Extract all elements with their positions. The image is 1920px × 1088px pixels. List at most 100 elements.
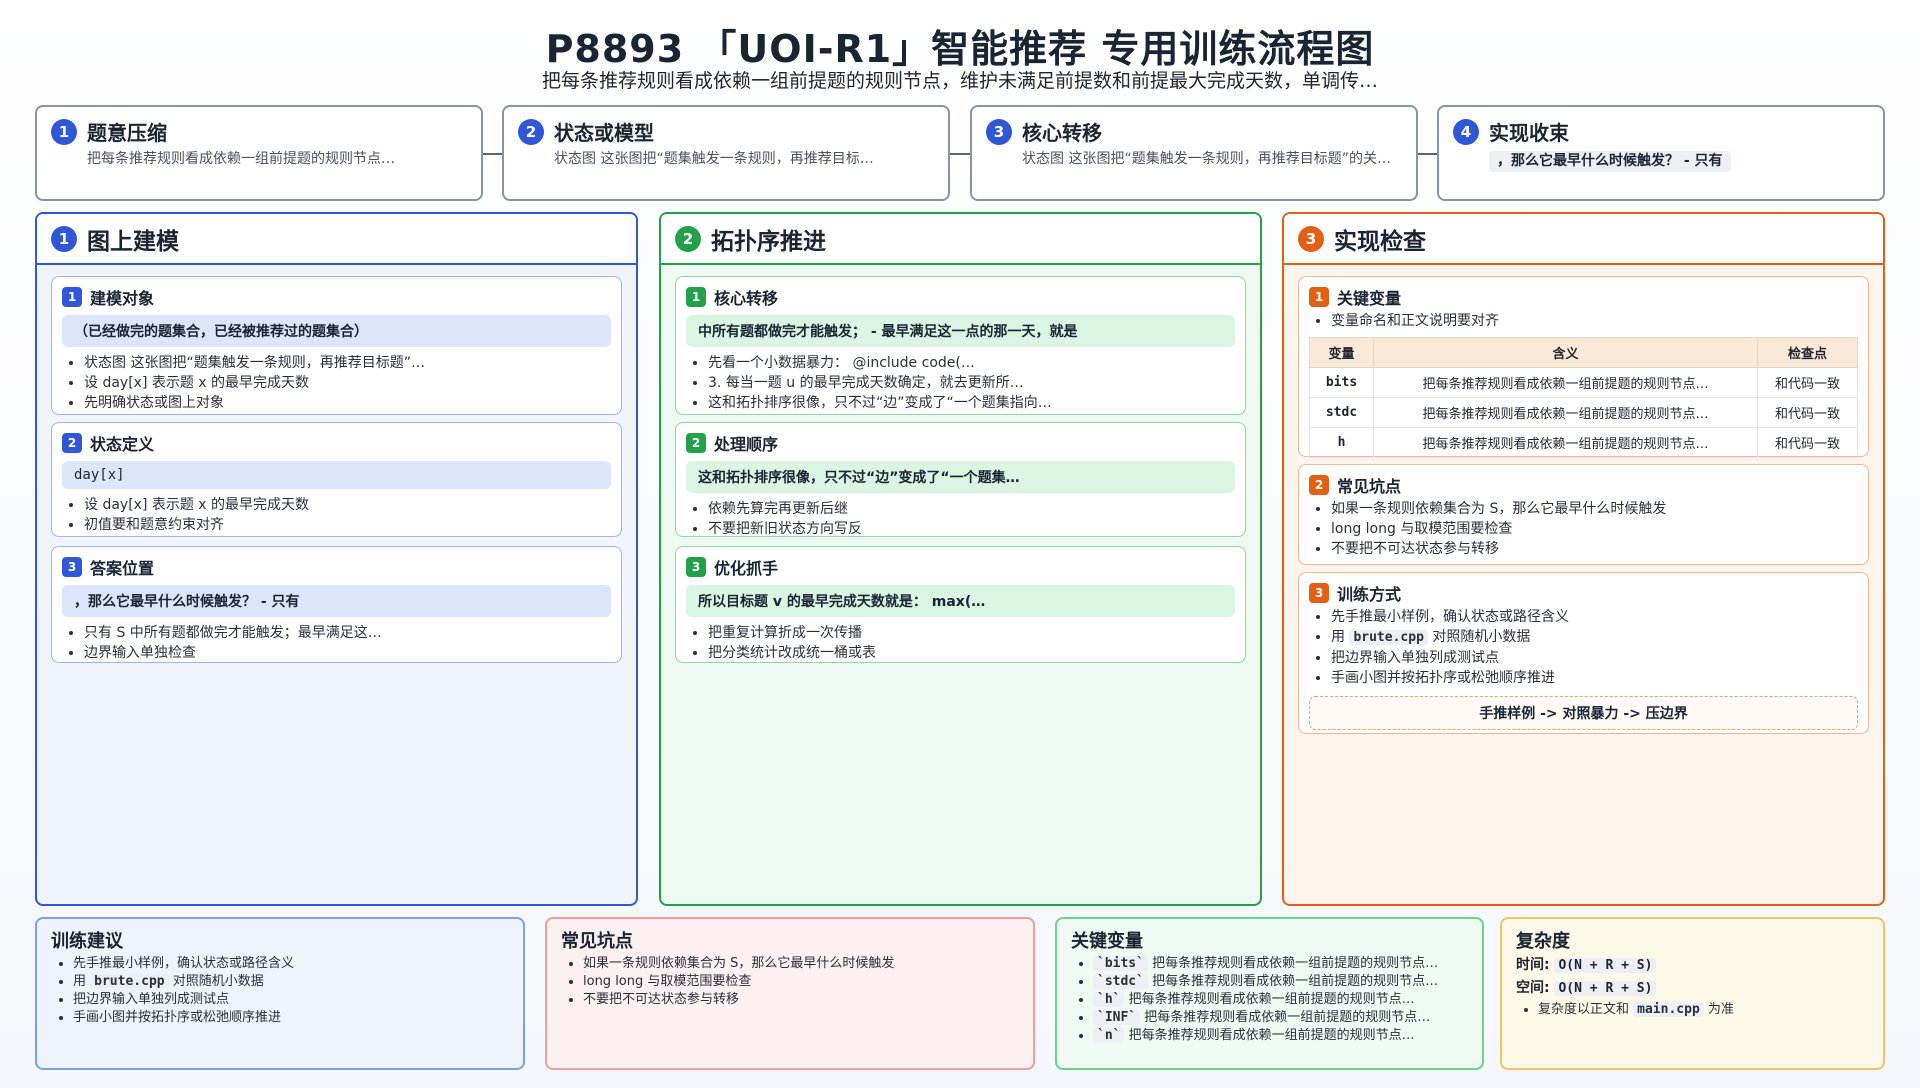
- card-number: 2: [62, 433, 82, 453]
- step-3: 3 核心转移 状态图 这张图把“题集触发一条规则，再推荐目标题”的关…: [970, 105, 1418, 201]
- bullet: long long 与取模范围要检查: [583, 973, 1019, 991]
- panel-title: 常见坑点: [561, 931, 633, 952]
- bullet: 这和拓扑排序很像，只不过“边”变成了“一个题集指向…: [708, 393, 1235, 413]
- card-number: 2: [686, 433, 706, 453]
- card-training-method: 3 训练方式 先手推最小样例，确认状态或路径含义 用 brute.cpp 对照随机…: [1298, 572, 1869, 734]
- bullet: 用 brute.cpp 对照随机小数据: [1331, 627, 1858, 648]
- card-highlight: 中所有题都做完才能触发； - 最早满足这一点的那一天，就是: [686, 315, 1235, 347]
- panel-complexity: 复杂度 时间: O(N + R + S) 空间: O(N + R + S) 复杂…: [1500, 917, 1885, 1070]
- page-subtitle: 把每条推荐规则看成依赖一组前提题的规则节点，维护未满足前提数和前提最大完成天数，…: [541, 70, 1378, 92]
- bullet: long long 与取模范围要检查: [1331, 519, 1858, 539]
- card-highlight: （已经做完的题集合，已经被推荐过的题集合）: [62, 315, 611, 347]
- bullet: 不要把不可达状态参与转移: [583, 991, 1019, 1009]
- card-title: 优化抓手: [714, 559, 779, 578]
- card-processing-order: 2 处理顺序 这和拓扑排序很像，只不过“边”变成了“一个题集… 依赖先算完再更新后…: [675, 422, 1246, 537]
- table-cell: 和代码一致: [1757, 397, 1858, 428]
- panel-title: 复杂度: [1516, 931, 1570, 952]
- step-number: 3: [986, 118, 1012, 145]
- card-number: 1: [1309, 287, 1329, 307]
- table-cell: 把每条推荐规则看成依赖一组前提题的规则节点…: [1373, 367, 1758, 398]
- step-desc: 状态图 这张图把“题集触发一条规则，再推荐目标题”的关…: [1022, 151, 1391, 167]
- bullet: 复杂度以正文和 main.cpp 为准: [1538, 1001, 1869, 1019]
- bullet: 状态图 这张图把“题集触发一条规则，再推荐目标题”…: [84, 353, 611, 373]
- card-highlight: 这和拓扑排序很像，只不过“边”变成了“一个题集…: [686, 461, 1235, 493]
- column-header: 2 拓扑序推进: [661, 214, 1260, 265]
- bullet: 把重复计算折成一次传播: [708, 623, 1235, 643]
- bullet: 设 day[x] 表示题 x 的最早完成天数: [84, 373, 611, 393]
- bullet: 先明确状态或图上对象: [84, 393, 611, 413]
- column-title: 拓扑序推进: [711, 228, 826, 255]
- variables-table: 变量 含义 检查点 bits 把每条推荐规则看成依赖一组前提题的规则节点… 和代…: [1309, 337, 1858, 458]
- table-cell: 把每条推荐规则看成依赖一组前提题的规则节点…: [1373, 397, 1758, 428]
- table-cell: 和代码一致: [1757, 367, 1858, 398]
- time-complexity: 时间: O(N + R + S): [1516, 955, 1869, 976]
- card-number: 1: [686, 287, 706, 307]
- card-highlight: day[x]: [62, 461, 611, 489]
- step-desc: 状态图 这张图把“题集触发一条规则，再推荐目标…: [554, 151, 874, 167]
- table-header: 检查点: [1757, 337, 1858, 368]
- step-number: 2: [518, 118, 544, 145]
- bullet: 只有 S 中所有题都做完才能触发；最早满足这…: [84, 623, 611, 643]
- column-implementation: 3 实现检查 1 关键变量 变量命名和正文说明要对齐 变量 含义 检查点 bits…: [1282, 212, 1885, 906]
- space-complexity: 空间: O(N + R + S): [1516, 978, 1869, 999]
- page-title: P8893 「UOI-R1」智能推荐 专用训练流程图: [545, 27, 1375, 71]
- column-number: 1: [51, 225, 77, 252]
- bullet: 手画小图并按拓扑序或松弛顺序推进: [1331, 668, 1858, 688]
- column-title: 图上建模: [87, 228, 179, 255]
- column-header: 3 实现检查: [1284, 214, 1883, 265]
- table-row: bits 把每条推荐规则看成依赖一组前提题的规则节点… 和代码一致: [1309, 367, 1858, 398]
- column-topo: 2 拓扑序推进 1 核心转移 中所有题都做完才能触发； - 最早满足这一点的那一天…: [659, 212, 1262, 906]
- card-title: 核心转移: [714, 289, 779, 308]
- bullet: 如果一条规则依赖集合为 S，那么它最早什么时候触发: [1331, 499, 1858, 519]
- step-desc: ，那么它最早什么时候触发？ - 只有: [1489, 151, 1731, 172]
- table-row: stdc 把每条推荐规则看成依赖一组前提题的规则节点… 和代码一致: [1309, 397, 1858, 428]
- bullet: 初值要和题意约束对齐: [84, 515, 611, 535]
- step-1: 1 题意压缩 把每条推荐规则看成依赖一组前提题的规则节点…: [35, 105, 483, 201]
- bullet: 先看一个小数据暴力： @include code(…: [708, 353, 1235, 373]
- card-number: 3: [686, 557, 706, 577]
- step-strip: 1 题意压缩 把每条推荐规则看成依赖一组前提题的规则节点… 2 状态或模型 状态图 …: [35, 105, 1885, 201]
- bullet: 设 day[x] 表示题 x 的最早完成天数: [84, 495, 611, 515]
- step-desc: 把每条推荐规则看成依赖一组前提题的规则节点…: [87, 151, 395, 167]
- column-header: 1 图上建模: [37, 214, 636, 265]
- bullet: 手画小图并按拓扑序或松弛顺序推进: [73, 1009, 509, 1027]
- bullet: 变量命名和正文说明要对齐: [1331, 311, 1858, 331]
- panel-pitfalls: 常见坑点 如果一条规则依赖集合为 S，那么它最早什么时候触发 long long…: [545, 917, 1035, 1070]
- bullet: 把边界输入单独列成测试点: [1331, 648, 1858, 668]
- card-number: 2: [1309, 475, 1329, 495]
- bullet: 先手推最小样例，确认状态或路径含义: [1331, 607, 1858, 627]
- code-brute: brute.cpp: [90, 974, 169, 989]
- bullet: 把边界输入单独列成测试点: [73, 991, 509, 1009]
- table-cell: stdc: [1309, 397, 1374, 428]
- table-cell: bits: [1309, 367, 1374, 398]
- bullet: 3. 每当一题 u 的最早完成天数确定，就去更新所…: [708, 373, 1235, 393]
- column-modeling: 1 图上建模 1 建模对象 （已经做完的题集合，已经被推荐过的题集合） 状态图 这…: [35, 212, 638, 906]
- bullet: `h` 把每条推荐规则看成依赖一组前提题的规则节点…: [1093, 991, 1468, 1009]
- step-title: 状态或模型: [554, 121, 654, 145]
- card-title: 状态定义: [90, 435, 155, 454]
- table-header: 含义: [1373, 337, 1758, 368]
- step-number: 4: [1453, 118, 1479, 145]
- card-core-transition: 1 核心转移 中所有题都做完才能触发； - 最早满足这一点的那一天，就是 先看一个…: [675, 276, 1246, 415]
- card-optimization: 3 优化抓手 所以目标题 v 的最早完成天数就是： max(… 把重复计算折成一次…: [675, 546, 1246, 663]
- card-highlight: ，那么它最早什么时候触发？ - 只有: [62, 585, 611, 617]
- card-pitfalls: 2 常见坑点 如果一条规则依赖集合为 S，那么它最早什么时候触发 long lon…: [1298, 464, 1869, 565]
- card-number: 3: [62, 557, 82, 577]
- bullet: 不要把不可达状态参与转移: [1331, 539, 1858, 559]
- table-cell: 把每条推荐规则看成依赖一组前提题的规则节点…: [1373, 427, 1758, 458]
- table-cell: 和代码一致: [1757, 427, 1858, 458]
- card-key-variables: 1 关键变量 变量命名和正文说明要对齐 变量 含义 检查点 bits 把每条推荐规…: [1298, 276, 1869, 458]
- step-title: 实现收束: [1489, 121, 1569, 145]
- table-cell: h: [1309, 427, 1374, 458]
- step-number: 1: [51, 118, 77, 145]
- bullet: 先手推最小样例，确认状态或路径含义: [73, 955, 509, 973]
- card-answer-position: 3 答案位置 ，那么它最早什么时候触发？ - 只有 只有 S 中所有题都做完才能触…: [51, 546, 622, 663]
- bullet: 不要把新旧状态方向写反: [708, 519, 1235, 539]
- column-number: 2: [675, 225, 701, 252]
- card-number: 3: [1309, 583, 1329, 603]
- code-brute: brute.cpp: [1349, 630, 1428, 645]
- card-highlight: 所以目标题 v 的最早完成天数就是： max(…: [686, 585, 1235, 617]
- panel-key-variables: 关键变量 `bits` 把每条推荐规则看成依赖一组前提题的规则节点… `stdc…: [1055, 917, 1484, 1070]
- step-2: 2 状态或模型 状态图 这张图把“题集触发一条规则，再推荐目标…: [502, 105, 950, 201]
- table-header: 变量: [1309, 337, 1374, 368]
